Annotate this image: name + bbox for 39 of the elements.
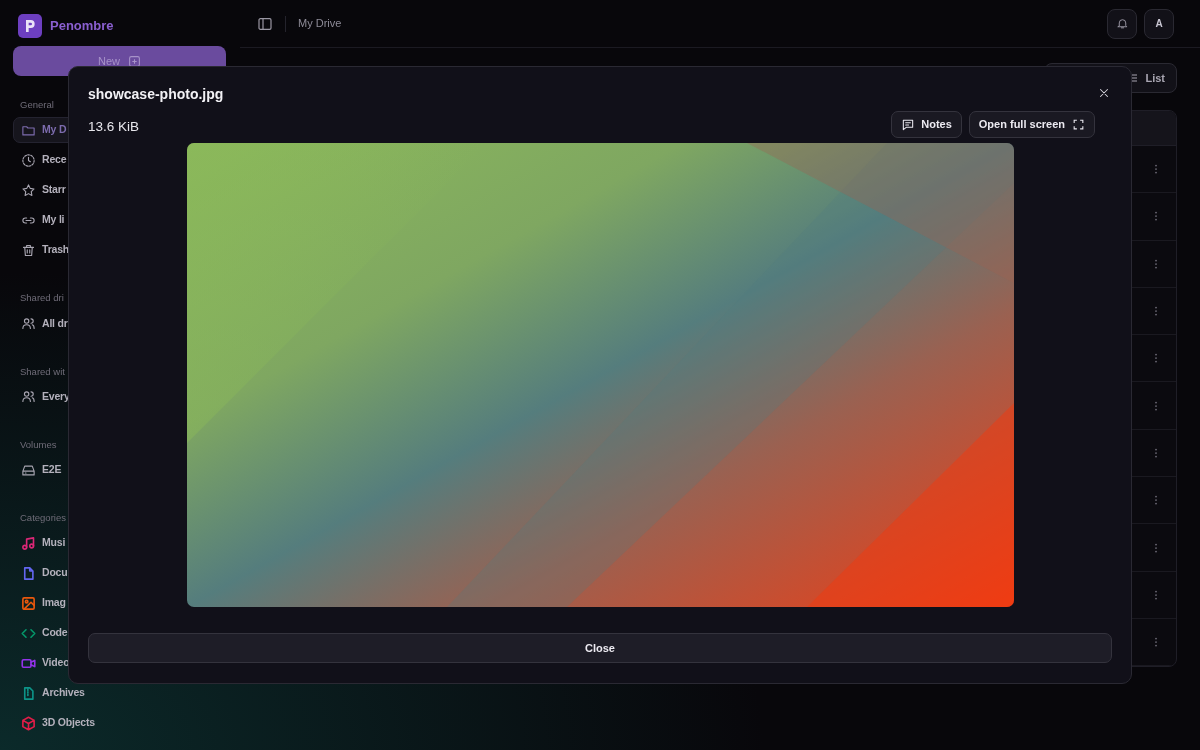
section-heading: Volumes [19,437,58,452]
notes-button[interactable]: Notes [891,111,962,138]
sidebar-item[interactable]: Archives [13,680,227,707]
close-icon[interactable] [1097,86,1111,100]
section-heading: Categories [19,511,67,525]
sidebar-item[interactable]: All dr [13,310,227,337]
app-name: Penombre [50,17,114,36]
breadcrumb: My Drive [298,16,342,32]
sidebar-item[interactable]: E2E [13,457,227,483]
logo-icon [18,14,42,38]
notes-icon [901,117,916,132]
plus-icon [128,54,141,68]
section-heading: Shared wit [19,364,66,379]
file-size: 13.6 KiB [88,118,141,136]
close-button[interactable]: Close [88,633,1112,663]
sidebar-item[interactable]: Every [13,383,227,410]
users-icon [21,389,36,405]
drive-icon [21,462,36,478]
section-heading: Shared dri [19,291,65,306]
sidebar-item[interactable]: 3D Objects [13,710,227,737]
sidebar-item[interactable]: Musi [13,530,227,557]
sidebar-item[interactable]: Starr [13,177,227,204]
users-icon [21,316,36,331]
sidebar-item[interactable]: Docu [13,560,227,587]
avatar-button[interactable]: A [1144,8,1174,39]
sidebar-item[interactable]: Imag [13,590,227,617]
star-icon [21,182,36,198]
notifications-button[interactable] [1107,8,1137,39]
sidebar-item[interactable]: Rece [13,147,227,174]
sidebar-item[interactable]: Trash [13,237,227,264]
full-screen-button[interactable]: Open full screen [968,111,1095,138]
file-name: showcase-photo.jpg [88,85,224,104]
trash-icon [21,242,36,258]
sidebar-toggle-icon [257,15,273,32]
expand-icon [1072,118,1085,131]
clock-icon [21,152,36,168]
sidebar-item[interactable]: My li [13,207,227,234]
bell-icon [1115,17,1129,30]
section-heading: General [19,98,55,112]
